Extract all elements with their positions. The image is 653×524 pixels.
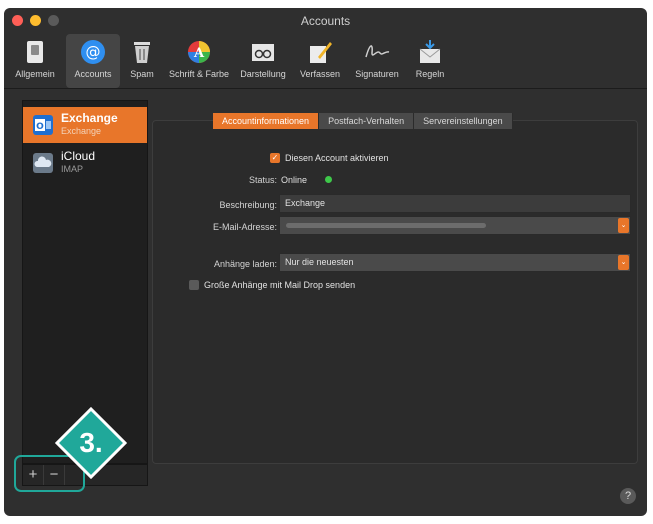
enable-account-checkbox[interactable]: ✓ [270, 153, 280, 163]
tab-postfach-verhalten[interactable]: Postfach-Verhalten [319, 113, 415, 129]
attachments-popup[interactable]: Nur die neuesten ⌄ [279, 253, 631, 272]
toolbar-item-signaturen[interactable]: Signaturen [348, 34, 406, 88]
popup-chevron-icon: ⌄ [618, 218, 629, 233]
help-button[interactable]: ? [620, 488, 636, 504]
at-icon: @ [79, 39, 107, 65]
account-details-panel: Accountinformationen Postfach-Verhalten … [152, 113, 638, 464]
toolbar-item-schrift-farbe[interactable]: A Schrift & Farbe [164, 34, 234, 88]
preferences-toolbar: Allgemein @ Accounts Spam A Schrift & Fa… [4, 34, 647, 89]
cloud-icon [33, 153, 53, 173]
status-online-indicator [325, 176, 332, 183]
step-number: 3. [79, 427, 103, 458]
status-value: Online [281, 175, 308, 185]
redacted-email [286, 223, 486, 228]
toolbar-item-darstellung[interactable]: Darstellung [236, 34, 290, 88]
trash-icon [128, 39, 156, 65]
step-badge: 3. [55, 407, 127, 479]
maildrop-label: Große Anhänge mit Mail Drop senden [204, 280, 356, 290]
toolbar-item-regeln[interactable]: Regeln [408, 34, 452, 88]
email-address-popup[interactable]: ⌄ [279, 216, 631, 235]
popup-chevron-icon: ⌄ [618, 255, 629, 270]
svg-text:O: O [36, 122, 44, 132]
toolbar-item-spam[interactable]: Spam [124, 34, 160, 88]
svg-text:A: A [193, 46, 205, 61]
enable-account-label: Diesen Account aktivieren [285, 153, 389, 163]
color-wheel-icon: A [185, 39, 213, 65]
tab-servereinstellungen[interactable]: Servereinstellungen [414, 113, 513, 129]
outlook-icon: O [33, 115, 53, 135]
signature-icon [363, 39, 391, 65]
maildrop-checkbox[interactable] [189, 280, 199, 290]
toolbar-item-accounts[interactable]: @ Accounts [66, 34, 120, 88]
pencil-icon [306, 39, 334, 65]
title-bar: Accounts [4, 8, 647, 34]
account-item-icloud[interactable]: iCloud IMAP [23, 145, 147, 181]
toolbar-item-verfassen[interactable]: Verfassen [294, 34, 346, 88]
status-label: Status: [248, 175, 277, 185]
toolbar-item-allgemein[interactable]: Allgemein [8, 34, 62, 88]
attachments-label: Anhänge laden: [213, 259, 277, 269]
rules-icon [416, 39, 444, 65]
email-label: E-Mail-Adresse: [212, 222, 277, 232]
svg-text:@: @ [86, 43, 101, 61]
description-field[interactable]: Exchange [279, 194, 631, 213]
account-item-exchange[interactable]: O Exchange Exchange [23, 107, 147, 143]
window-title: Accounts [300, 14, 351, 28]
switch-icon [21, 39, 49, 65]
description-label: Beschreibung: [219, 200, 277, 210]
tab-bar: Accountinformationen Postfach-Verhalten … [213, 113, 513, 129]
tab-accountinformationen[interactable]: Accountinformationen [213, 113, 320, 129]
glasses-icon [249, 39, 277, 65]
